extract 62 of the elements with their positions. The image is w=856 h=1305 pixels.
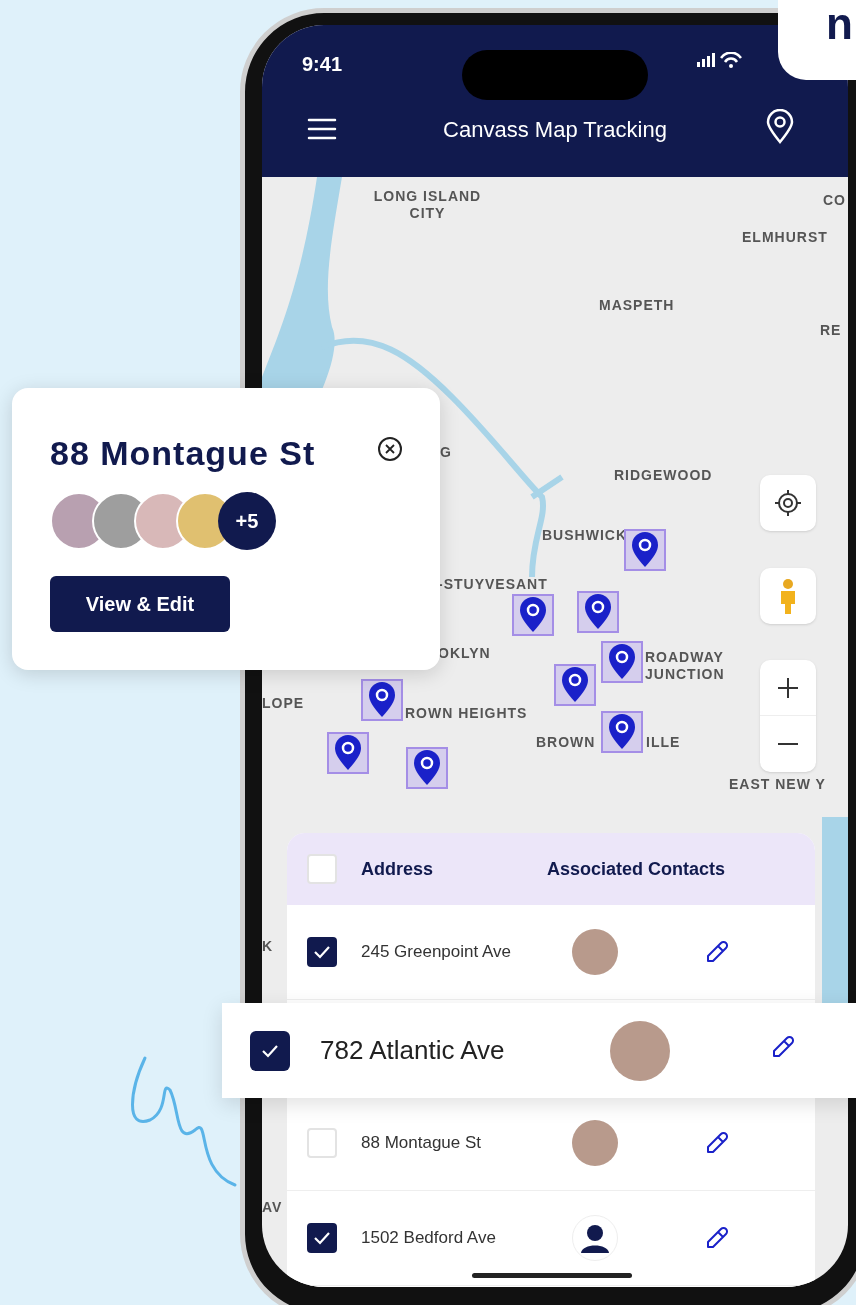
map-label: ROADWAY JUNCTION [645, 649, 726, 683]
location-pin-icon[interactable] [765, 109, 795, 145]
address-text: 245 Greenpoint Ave [361, 941, 512, 963]
map-pin-icon [327, 732, 369, 774]
map-label: CO [823, 192, 846, 209]
brand-logo: n [778, 0, 856, 80]
minus-icon [777, 742, 799, 746]
highlighted-row[interactable]: 782 Atlantic Ave [222, 1003, 856, 1098]
map-label: G [440, 444, 452, 461]
map-label: RE [820, 322, 842, 339]
map-label: LOPE [262, 695, 305, 712]
map-label: MASPETH [599, 297, 675, 314]
address-text: 1502 Bedford Ave [361, 1227, 497, 1249]
map-label: K [262, 938, 274, 955]
checkbox[interactable] [307, 937, 337, 967]
map-label: BROWN [536, 734, 596, 751]
map-label: AV [262, 1199, 283, 1216]
map-pin-icon [601, 711, 643, 753]
close-icon [385, 444, 395, 454]
map-label: OKLYN [438, 645, 491, 662]
checkbox[interactable] [307, 1223, 337, 1253]
checkbox[interactable] [307, 854, 337, 884]
column-header: Associated Contacts [547, 857, 726, 881]
map-label: ILLE [646, 734, 681, 751]
address-text: 88 Montague St [361, 1132, 483, 1154]
map-pin-icon [361, 679, 403, 721]
locate-button[interactable] [760, 475, 816, 531]
person-figure-icon [778, 578, 798, 614]
screen-title: Canvass Map Tracking [442, 116, 668, 144]
wifi-icon [720, 52, 742, 69]
checkbox[interactable] [250, 1030, 290, 1071]
map-pin-icon [624, 529, 666, 571]
map-label: LONG ISLAND CITY [372, 188, 483, 222]
person-icon [580, 1223, 610, 1253]
plus-icon [777, 676, 799, 699]
edit-icon[interactable] [704, 1225, 730, 1251]
map-label: BUSHWICK [542, 527, 627, 544]
close-button[interactable] [378, 437, 402, 461]
avatar-photo [572, 1120, 618, 1166]
checkbox[interactable] [307, 1128, 337, 1158]
column-header: Address [361, 857, 435, 881]
table-row[interactable]: 245 Greenpoint Ave [287, 905, 815, 1000]
map-pin-icon [512, 594, 554, 636]
status-time: 9:41 [302, 52, 343, 77]
edit-icon[interactable] [704, 939, 730, 965]
map-pin-icon [577, 591, 619, 633]
map-label: ELMHURST [742, 229, 828, 246]
map-pin-icon [601, 641, 643, 683]
map-pin-icon [406, 747, 448, 789]
map-label: EAST NEW Y [729, 776, 826, 793]
more-contacts-count: +5 [218, 492, 276, 550]
popup-title: 88 Montague St [50, 433, 316, 474]
map-label: -STUYVESANT [438, 576, 548, 593]
avatar-photo [572, 929, 618, 975]
map-label: ROWN HEIGHTS [405, 705, 528, 722]
signal-icon [697, 52, 715, 68]
target-icon [774, 489, 802, 517]
edit-icon[interactable] [704, 1130, 730, 1156]
view-edit-button[interactable]: View & Edit [50, 576, 230, 632]
map-pin-icon [554, 664, 596, 706]
map-label: RIDGEWOOD [614, 467, 713, 484]
address-text: 782 Atlantic Ave [320, 1034, 506, 1067]
